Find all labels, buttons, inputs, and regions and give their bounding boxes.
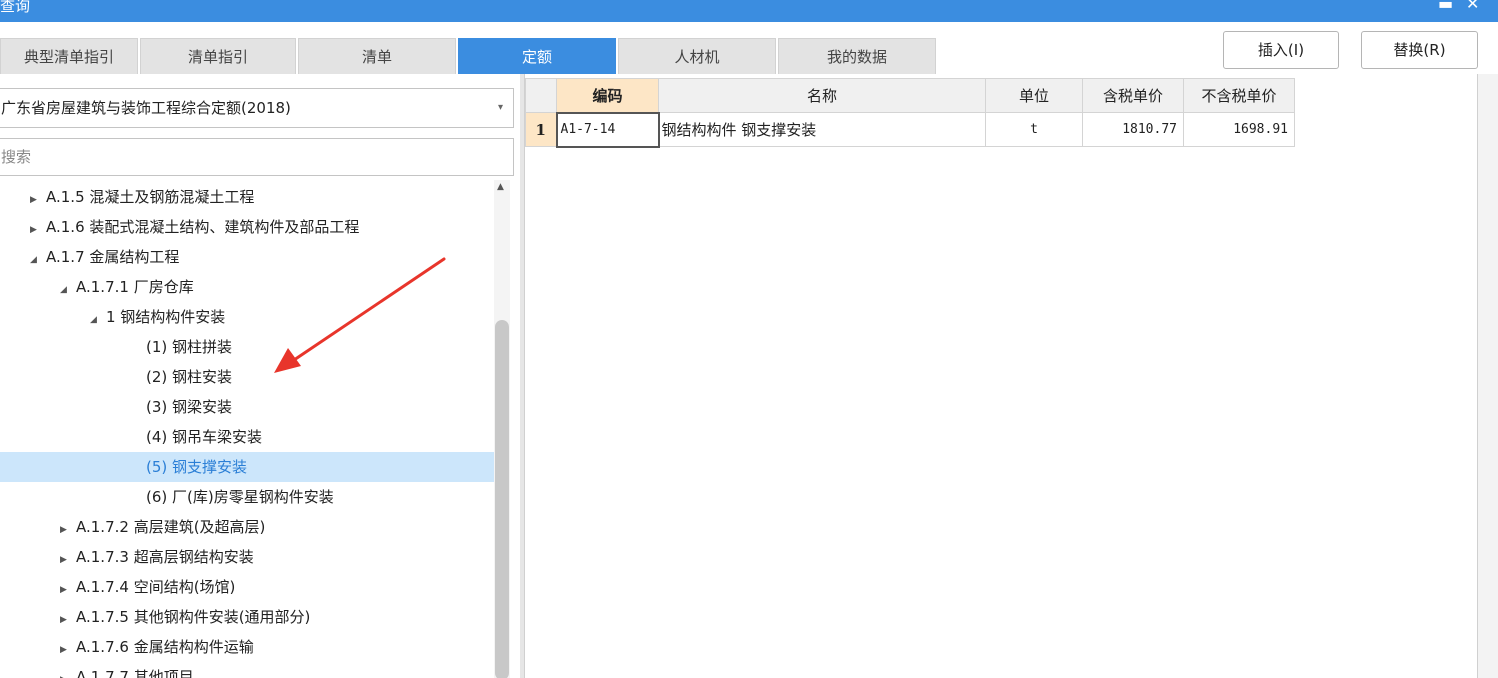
table-row[interactable]: 1 A1-7-14 钢结构构件 钢支撑安装 t 1810.77 1698.91: [525, 111, 1295, 148]
expand-arrow-icon[interactable]: ▶: [60, 515, 76, 545]
minimize-icon[interactable]: ▬: [1438, 0, 1453, 14]
tree-leaf-item[interactable]: (1) 钢柱拼装: [0, 332, 494, 362]
expand-arrow-icon[interactable]: ▶: [30, 215, 46, 245]
search-input[interactable]: [0, 138, 514, 176]
tab-quota[interactable]: 定额: [458, 38, 616, 74]
tree-leaf-item[interactable]: (4) 钢吊车梁安装: [0, 422, 494, 452]
quota-results-panel: 编码 名称 单位 含税单价 不含税单价 1 A1-7-14 钢结构构件 钢支撑安…: [524, 74, 1477, 678]
row-number: 1: [525, 112, 557, 147]
tree-item-label: 1 钢结构构件安装: [106, 308, 226, 326]
tree-item[interactable]: ▶A.1.7.7 其他项目: [0, 662, 494, 678]
tab-bill[interactable]: 清单: [298, 38, 456, 74]
tree-item-label: A.1.7.1 厂房仓库: [76, 278, 194, 296]
tree-item-label: (2) 钢柱安装: [146, 368, 233, 386]
tree-item-label: A.1.7.4 空间结构(场馆): [76, 578, 236, 596]
tree-leaf-item[interactable]: (3) 钢梁安装: [0, 392, 494, 422]
tree-item[interactable]: ▶ A.1.7.2 高层建筑(及超高层): [0, 512, 494, 542]
window-title: 查询: [0, 0, 31, 15]
insert-button[interactable]: 插入(I): [1223, 31, 1339, 69]
tab-bill-guide[interactable]: 清单指引: [140, 38, 296, 74]
tree-item-label: A.1.6 装配式混凝土结构、建筑构件及部品工程: [46, 218, 360, 236]
tree-leaf-item-selected[interactable]: (5) 钢支撑安装: [0, 452, 494, 482]
expand-arrow-icon[interactable]: ▶: [60, 635, 76, 665]
close-icon[interactable]: ✕: [1466, 0, 1479, 14]
tree-item-label: A.1.5 混凝土及钢筋混凝土工程: [46, 188, 255, 206]
tree-item-label: (3) 钢梁安装: [146, 398, 233, 416]
column-header-unit[interactable]: 单位: [985, 78, 1083, 113]
column-header-code[interactable]: 编码: [556, 78, 659, 113]
tree-item[interactable]: ◢ 1 钢结构构件安装: [0, 302, 494, 332]
tree-item-label: A.1.7.6 金属结构构件运输: [76, 638, 254, 656]
expand-arrow-icon[interactable]: ▶: [60, 665, 76, 678]
expand-arrow-icon[interactable]: ▶: [60, 545, 76, 575]
right-panel-edge: [1477, 74, 1498, 678]
quota-library-select[interactable]: 广东省房屋建筑与装饰工程综合定额(2018) ▾: [0, 88, 514, 128]
cell-price-with-tax[interactable]: 1810.77: [1082, 112, 1184, 147]
tree-item[interactable]: ▶ A.1.7.5 其他钢构件安装(通用部分): [0, 602, 494, 632]
tree-scrollbar[interactable]: ▲: [494, 180, 510, 678]
collapse-arrow-icon[interactable]: ◢: [30, 245, 46, 275]
tree-item-label: A.1.7.5 其他钢构件安装(通用部分): [76, 608, 311, 626]
tab-typical-bill-guide[interactable]: 典型清单指引: [0, 38, 138, 74]
tree-item-label: A.1.7.7 其他项目: [76, 668, 194, 678]
chevron-down-icon[interactable]: ▾: [498, 89, 503, 127]
tree-item[interactable]: ◢ A.1.7.1 厂房仓库: [0, 272, 494, 302]
tree-item-label: (6) 厂(库)房零星钢构件安装: [146, 488, 334, 506]
quota-library-select-value: 广东省房屋建筑与装饰工程综合定额(2018): [1, 99, 291, 117]
tree-item[interactable]: ▶ A.1.5 混凝土及钢筋混凝土工程: [0, 182, 494, 212]
table-header-row: 编码 名称 单位 含税单价 不含税单价: [525, 78, 1295, 113]
expand-arrow-icon[interactable]: ▶: [60, 575, 76, 605]
collapse-arrow-icon[interactable]: ◢: [90, 305, 106, 335]
scrollbar-thumb[interactable]: [495, 320, 509, 678]
tree-item[interactable]: ▶ A.1.7.3 超高层钢结构安装: [0, 542, 494, 572]
tree-item[interactable]: ▶ A.1.7.6 金属结构构件运输: [0, 632, 494, 662]
row-number-header: [525, 78, 557, 113]
window-title-bar: 查询 ▬ ✕: [0, 0, 1498, 22]
tree-item[interactable]: ▶ A.1.7.4 空间结构(场馆): [0, 572, 494, 602]
cell-price-without-tax[interactable]: 1698.91: [1183, 112, 1295, 147]
quota-library-panel: 广东省房屋建筑与装饰工程综合定额(2018) ▾ ▶A.1.5 混凝土及钢筋混凝…: [0, 74, 520, 678]
quota-results-table: 编码 名称 单位 含税单价 不含税单价 1 A1-7-14 钢结构构件 钢支撑安…: [525, 78, 1295, 148]
cell-unit[interactable]: t: [985, 112, 1083, 147]
expand-arrow-icon[interactable]: ▶: [60, 605, 76, 635]
tree-item-label: (1) 钢柱拼装: [146, 338, 233, 356]
tree-item-label: A.1.7 金属结构工程: [46, 248, 180, 266]
column-header-name[interactable]: 名称: [658, 78, 986, 113]
tree-item-label: (4) 钢吊车梁安装: [146, 428, 263, 446]
collapse-arrow-icon[interactable]: ◢: [60, 275, 76, 305]
replace-button[interactable]: 替换(R): [1361, 31, 1478, 69]
tree-item[interactable]: ▶ A.1.6 装配式混凝土结构、建筑构件及部品工程: [0, 212, 494, 242]
tab-my-data[interactable]: 我的数据: [778, 38, 936, 74]
expand-arrow-icon[interactable]: ▶: [30, 185, 46, 215]
tree-leaf-item[interactable]: (2) 钢柱安装: [0, 362, 494, 392]
tree-leaf-item[interactable]: (6) 厂(库)房零星钢构件安装: [0, 482, 494, 512]
quota-chapter-tree: ▶ A.1.5 混凝土及钢筋混凝土工程 ▶ A.1.6 装配式混凝土结构、建筑构件及…: [0, 182, 494, 678]
tree-item-label: A.1.7.2 高层建筑(及超高层): [76, 518, 266, 536]
tree-item-label: A.1.7.3 超高层钢结构安装: [76, 548, 254, 566]
cell-name[interactable]: 钢结构构件 钢支撑安装: [658, 112, 986, 147]
tab-labor-material-machine[interactable]: 人材机: [618, 38, 776, 74]
column-header-price-with-tax[interactable]: 含税单价: [1082, 78, 1184, 113]
column-header-price-without-tax[interactable]: 不含税单价: [1183, 78, 1295, 113]
cell-code[interactable]: A1-7-14: [555, 111, 660, 148]
tree-item-label: (5) 钢支撑安装: [146, 458, 248, 476]
tree-item[interactable]: ◢ A.1.7 金属结构工程: [0, 242, 494, 272]
scroll-up-icon[interactable]: ▲: [497, 182, 504, 192]
